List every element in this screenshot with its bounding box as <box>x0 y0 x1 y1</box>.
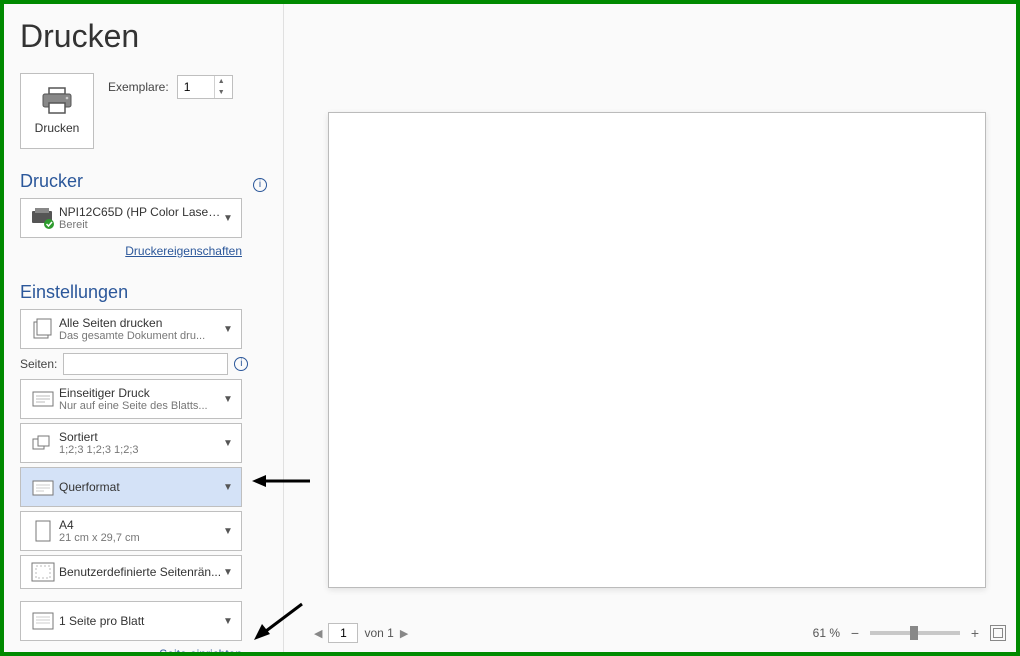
chevron-down-icon: ▼ <box>223 213 235 224</box>
zoom-in-button[interactable]: + <box>968 626 982 640</box>
current-page-input[interactable] <box>328 623 358 643</box>
prev-page-button[interactable]: ◀ <box>314 627 322 640</box>
chevron-down-icon: ▼ <box>223 616 235 627</box>
print-scope-select[interactable]: Alle Seiten drucken Das gesamte Dokument… <box>20 309 242 349</box>
printer-status: Bereit <box>59 219 223 231</box>
copies-stepper[interactable]: ▲ ▼ <box>177 75 233 99</box>
printer-status-icon <box>27 202 59 234</box>
duplex-select[interactable]: Einseitiger Druck Nur auf eine Seite des… <box>20 379 242 419</box>
fit-to-window-button[interactable] <box>990 625 1006 641</box>
pages-label: Seiten: <box>20 357 57 371</box>
chevron-down-icon: ▼ <box>223 482 235 493</box>
single-side-icon <box>27 383 59 415</box>
pages-input[interactable] <box>63 353 228 375</box>
printer-section-title: Drucker <box>20 171 83 192</box>
printer-name: NPI12C65D (HP Color LaserJ... <box>59 205 223 219</box>
copies-down[interactable]: ▼ <box>215 87 228 98</box>
info-icon[interactable]: i <box>234 357 248 371</box>
one-page-icon <box>27 605 59 637</box>
zoom-percent: 61 % <box>813 626 840 640</box>
page-setup-link[interactable]: Seite einrichten <box>159 647 242 656</box>
next-page-button[interactable]: ▶ <box>400 627 408 640</box>
annotation-arrow-icon <box>252 471 312 491</box>
page-count-label: von 1 <box>364 626 393 640</box>
pages-per-sheet-select[interactable]: 1 Seite pro Blatt ▼ <box>20 601 242 641</box>
landscape-icon <box>27 471 59 503</box>
printer-properties-link[interactable]: Druckereigenschaften <box>125 244 242 258</box>
page-title: Drucken <box>20 18 267 55</box>
printer-select[interactable]: NPI12C65D (HP Color LaserJ... Bereit ▼ <box>20 198 242 238</box>
zoom-out-button[interactable]: − <box>848 626 862 640</box>
info-icon[interactable]: i <box>253 178 267 192</box>
chevron-down-icon: ▼ <box>223 324 235 335</box>
zoom-slider[interactable] <box>870 631 960 635</box>
print-preview <box>328 112 986 588</box>
chevron-down-icon: ▼ <box>223 526 235 537</box>
margins-icon <box>27 556 59 588</box>
print-button-label: Drucken <box>35 121 80 135</box>
settings-section-title: Einstellungen <box>20 282 128 303</box>
print-button[interactable]: Drucken <box>20 73 94 149</box>
annotation-arrow-icon <box>250 598 306 642</box>
chevron-down-icon: ▼ <box>223 394 235 405</box>
chevron-down-icon: ▼ <box>223 567 235 578</box>
collate-select[interactable]: Sortiert 1;2;3 1;2;3 1;2;3 ▼ <box>20 423 242 463</box>
collate-icon <box>27 427 59 459</box>
orientation-select[interactable]: Querformat ▼ <box>20 467 242 507</box>
pages-icon <box>27 313 59 345</box>
printer-icon <box>40 87 74 115</box>
copies-label: Exemplare: <box>108 80 169 94</box>
paper-size-select[interactable]: A4 21 cm x 29,7 cm ▼ <box>20 511 242 551</box>
paper-icon <box>27 515 59 547</box>
margins-select[interactable]: Benutzerdefinierte Seitenrän... ▼ <box>20 555 242 589</box>
chevron-down-icon: ▼ <box>223 438 235 449</box>
copies-input[interactable] <box>178 80 214 94</box>
copies-up[interactable]: ▲ <box>215 76 228 87</box>
